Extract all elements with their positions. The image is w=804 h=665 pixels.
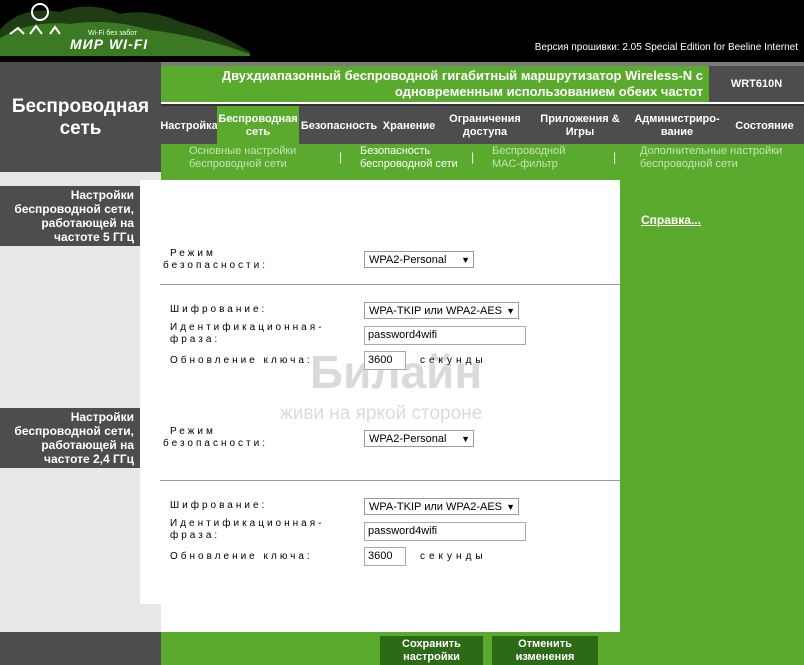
encryption-select-2-4ghz[interactable]: WPA-TKIP или WPA2-AES ▼ — [364, 498, 519, 515]
section-label-5ghz: Настройки беспроводной сети, работающей … — [0, 186, 140, 246]
product-title: Двухдиапазонный беспроводной гигабитный … — [161, 66, 709, 102]
chevron-down-icon: ▼ — [506, 502, 515, 512]
subtab-basic-wireless[interactable]: Основные настройки беспроводной сети — [189, 144, 331, 172]
select-value: WPA-TKIP или WPA2-AES — [369, 501, 503, 513]
passphrase-label: фраза: — [170, 530, 221, 541]
model-name: WRT610N — [709, 66, 804, 102]
logo-name: МИР WI-FI — [70, 36, 149, 52]
key-renewal-input-5ghz[interactable]: 3600 — [364, 351, 406, 370]
logo: Wi-Fi без забот МИР WI-FI — [0, 0, 250, 56]
tab-wireless[interactable]: Беспроводная сеть — [217, 106, 299, 146]
mode-label: безопасности: — [163, 438, 268, 449]
mode-label: безопасности: — [163, 260, 268, 271]
divider — [160, 480, 620, 481]
key-renewal-label: Обновление ключа: — [170, 355, 313, 366]
sub-tabs: Основные настройки беспроводной сети | Б… — [161, 144, 804, 172]
key-renewal-input-2-4ghz[interactable]: 3600 — [364, 547, 406, 566]
tab-status[interactable]: Состояние — [725, 106, 804, 146]
encryption-label: Шифрование: — [170, 500, 268, 511]
tab-administration[interactable]: Администриро-вание — [629, 106, 725, 146]
encryption-label: Шифрование: — [170, 304, 268, 315]
security-mode-select-2-4ghz[interactable]: WPA2-Personal ▼ — [364, 430, 474, 447]
seconds-unit: секунды — [420, 551, 487, 562]
passphrase-input-2-4ghz[interactable]: password4wifi — [364, 522, 526, 541]
separator: | — [613, 150, 617, 164]
tab-security[interactable]: Безопасность — [299, 106, 379, 146]
product-title-line2: одновременным использованием обеих часто… — [394, 84, 703, 99]
encryption-select-5ghz[interactable]: WPA-TKIP или WPA2-AES ▼ — [364, 302, 519, 319]
select-value: WPA2-Personal — [369, 433, 447, 445]
chevron-down-icon: ▼ — [506, 306, 515, 316]
cancel-changes-button[interactable]: Отменить изменения — [492, 636, 598, 665]
divider — [160, 284, 620, 285]
footer-right — [620, 632, 804, 665]
footer-left — [0, 632, 161, 665]
mode-label: Режим — [170, 248, 216, 259]
passphrase-label: Идентификационная- — [170, 518, 325, 529]
select-value: WPA-TKIP или WPA2-AES — [369, 305, 503, 317]
tab-applications-gaming[interactable]: Приложения & Игры — [531, 106, 629, 146]
page-title: Беспроводная сеть — [11, 96, 150, 139]
tab-setup[interactable]: Настройка — [160, 106, 217, 146]
mode-label: Режим — [170, 426, 216, 437]
help-column — [620, 172, 804, 632]
passphrase-input-5ghz[interactable]: password4wifi — [364, 326, 526, 345]
chevron-down-icon: ▼ — [461, 255, 470, 265]
passphrase-label: Идентификационная- — [170, 322, 325, 333]
subtab-mac-filter[interactable]: Беспроводной MAC-фильтр — [492, 144, 592, 172]
save-settings-button[interactable]: Сохранить настройки — [380, 636, 483, 665]
separator: | — [471, 150, 475, 164]
tab-storage[interactable]: Хранение — [379, 106, 439, 146]
firmware-version: Версия прошивки: 2.05 Special Edition fo… — [534, 42, 798, 53]
subtab-wireless-security[interactable]: Безопасность беспроводной сети — [360, 144, 472, 172]
separator: | — [339, 150, 343, 164]
passphrase-label: фраза: — [170, 334, 221, 345]
help-link[interactable]: Справка... — [641, 213, 701, 227]
chevron-down-icon: ▼ — [461, 434, 470, 444]
main-tabs: Настройка Беспроводная сеть Безопасность… — [160, 104, 804, 146]
tab-access-restrictions[interactable]: Ограничения доступа — [439, 106, 531, 146]
seconds-unit: секунды — [420, 355, 487, 366]
section-label-2-4ghz: Настройки беспроводной сети, работающей … — [0, 408, 140, 468]
product-title-line1: Двухдиапазонный беспроводной гигабитный … — [221, 68, 703, 83]
subtab-advanced-wireless[interactable]: Дополнительные настройки беспроводной се… — [640, 144, 802, 172]
security-mode-select-5ghz[interactable]: WPA2-Personal ▼ — [364, 251, 474, 268]
select-value: WPA2-Personal — [369, 254, 447, 266]
key-renewal-label: Обновление ключа: — [170, 551, 313, 562]
